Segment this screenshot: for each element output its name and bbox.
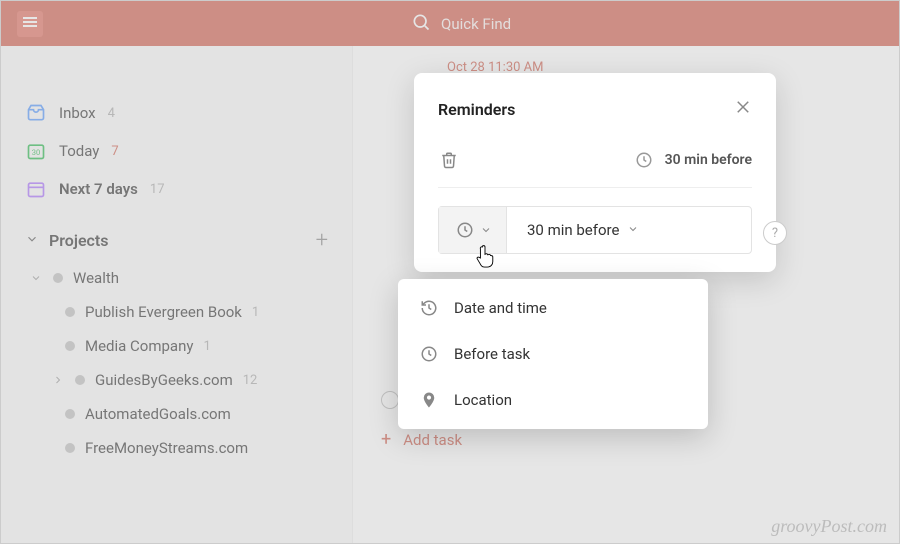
search-icon xyxy=(411,12,431,36)
project-name: FreeMoneyStreams.com xyxy=(85,439,248,457)
trash-icon[interactable] xyxy=(438,149,460,171)
dropdown-label: Date and time xyxy=(454,299,547,317)
nav-today[interactable]: 30 Today 7 xyxy=(1,132,352,170)
project-count: 1 xyxy=(252,305,259,320)
reminder-value-select[interactable]: 30 min before xyxy=(507,221,751,239)
project-name: Wealth xyxy=(73,269,119,287)
reminder-input-value: 30 min before xyxy=(527,221,619,239)
calendar-week-icon xyxy=(25,178,47,200)
project-name: AutomatedGoals.com xyxy=(85,405,231,423)
chevron-down-icon xyxy=(480,221,492,240)
project-guidesbygeeks[interactable]: GuidesByGeeks.com 12 xyxy=(1,363,352,397)
add-project-button[interactable]: + xyxy=(316,228,328,253)
search-placeholder: Quick Find xyxy=(441,15,511,33)
chevron-down-icon xyxy=(25,231,39,250)
project-bullet-icon xyxy=(65,409,75,419)
dropdown-item-before-task[interactable]: Before task xyxy=(398,331,708,377)
existing-reminder-row: 30 min before xyxy=(438,145,752,188)
nav-count: 4 xyxy=(108,106,115,121)
project-automatedgoals[interactable]: AutomatedGoals.com xyxy=(1,397,352,431)
history-icon xyxy=(418,297,440,319)
nav-next7days[interactable]: Next 7 days 17 xyxy=(1,170,352,208)
dropdown-label: Before task xyxy=(454,345,530,363)
search-field[interactable]: Quick Find xyxy=(411,12,511,36)
chevron-down-icon xyxy=(29,272,43,284)
plus-icon: + xyxy=(381,429,391,450)
project-bullet-icon xyxy=(75,375,85,385)
project-count: 12 xyxy=(243,373,258,388)
section-title: Projects xyxy=(49,231,306,250)
project-bullet-icon xyxy=(65,443,75,453)
nav-label: Inbox xyxy=(59,104,96,122)
dropdown-item-location[interactable]: Location xyxy=(398,377,708,423)
nav-label: Today xyxy=(59,142,99,160)
task-checkbox[interactable] xyxy=(381,391,399,409)
projects-header[interactable]: Projects + xyxy=(1,208,352,261)
task-date-time: Oct 28 11:30 AM xyxy=(353,48,899,75)
watermark: groovyPost.com xyxy=(771,516,887,537)
reminder-input-row: 30 min before ? xyxy=(438,206,752,254)
project-media-company[interactable]: Media Company 1 xyxy=(1,329,352,363)
reminder-type-dropdown: Date and time Before task Location xyxy=(398,279,708,429)
sidebar: Inbox 4 30 Today 7 Next 7 days 17 Projec… xyxy=(1,46,353,543)
help-icon[interactable]: ? xyxy=(763,221,787,245)
inbox-icon xyxy=(25,102,47,124)
project-bullet-icon xyxy=(53,273,63,283)
nav-count: 17 xyxy=(150,182,165,197)
calendar-today-icon: 30 xyxy=(25,140,47,162)
chevron-right-icon xyxy=(51,374,65,386)
project-name: GuidesByGeeks.com xyxy=(95,371,233,389)
project-bullet-icon xyxy=(65,341,75,351)
location-pin-icon xyxy=(418,389,440,411)
project-freemoneystreams[interactable]: FreeMoneyStreams.com xyxy=(1,431,352,465)
dropdown-label: Location xyxy=(454,391,512,409)
project-count: 1 xyxy=(203,339,210,354)
project-publish-evergreen[interactable]: Publish Evergreen Book 1 xyxy=(1,295,352,329)
project-wealth[interactable]: Wealth xyxy=(1,261,352,295)
nav-count: 7 xyxy=(111,144,118,159)
nav-label: Next 7 days xyxy=(59,180,138,198)
close-icon[interactable] xyxy=(734,97,752,121)
existing-reminder-value: 30 min before xyxy=(665,152,752,168)
add-task-label: Add task xyxy=(403,431,462,449)
app-header: Quick Find xyxy=(1,1,899,46)
dropdown-item-date-time[interactable]: Date and time xyxy=(398,285,708,331)
modal-title: Reminders xyxy=(438,100,515,119)
nav-inbox[interactable]: Inbox 4 xyxy=(1,94,352,132)
project-bullet-icon xyxy=(65,307,75,317)
clock-icon xyxy=(418,343,440,365)
project-name: Media Company xyxy=(85,337,193,355)
project-name: Publish Evergreen Book xyxy=(85,303,242,321)
clock-icon xyxy=(454,219,476,241)
clock-icon xyxy=(633,149,655,171)
reminders-modal: Reminders 30 min before 30 min before xyxy=(414,73,776,272)
reminder-type-button[interactable] xyxy=(439,207,507,253)
chevron-down-icon xyxy=(627,221,639,239)
menu-icon[interactable] xyxy=(17,11,43,37)
svg-text:30: 30 xyxy=(32,148,40,157)
